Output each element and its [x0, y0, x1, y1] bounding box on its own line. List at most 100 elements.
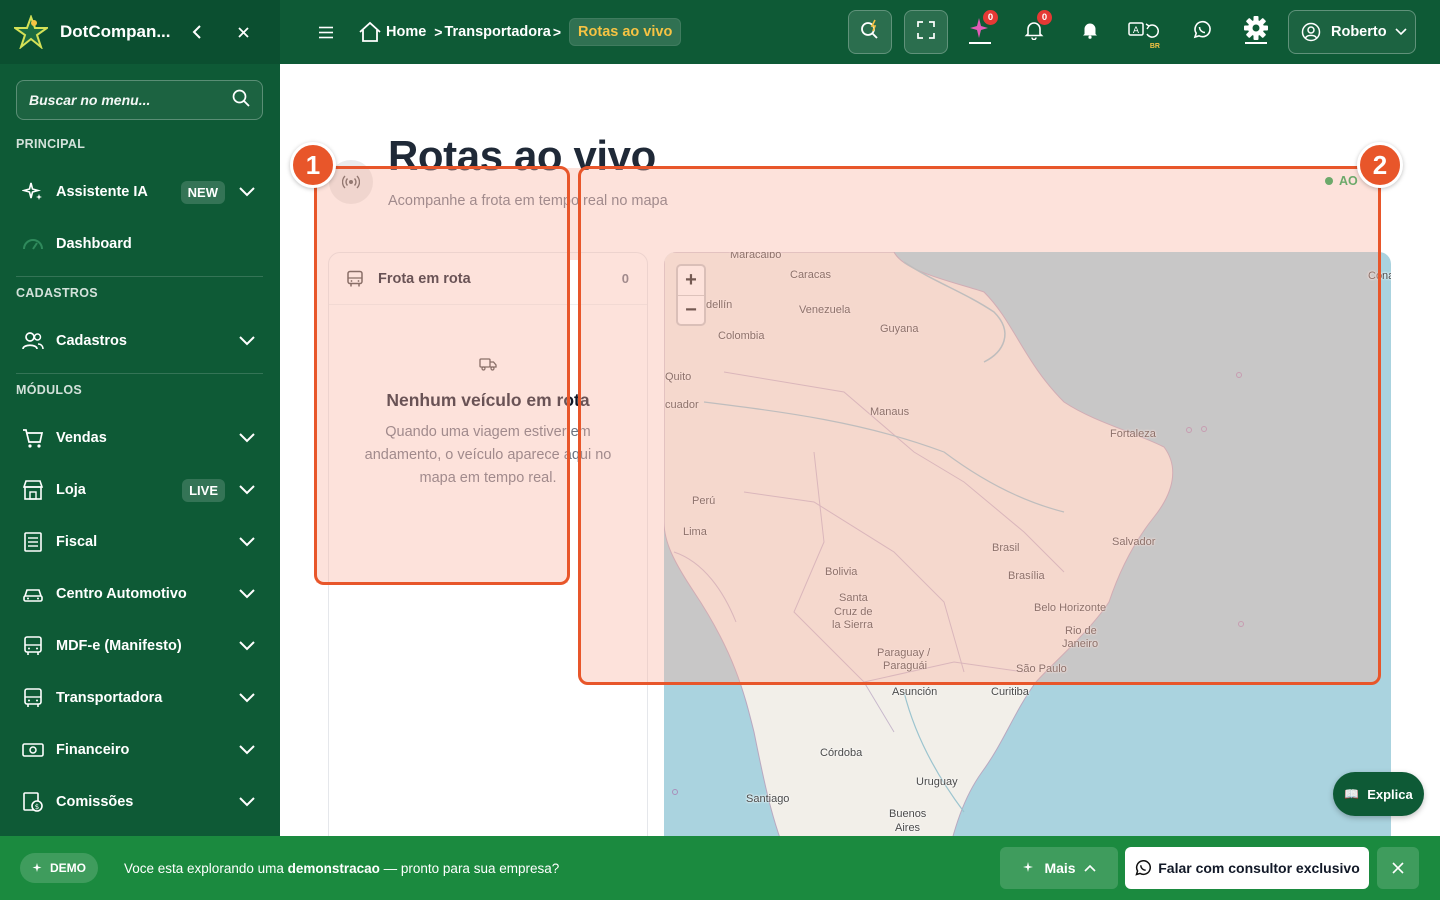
whatsapp-button[interactable]: [1180, 10, 1224, 54]
sparkles-icon: [32, 862, 44, 874]
sidebar-item-comissoes[interactable]: $ Comissões: [16, 780, 263, 824]
sidebar-item-label: MDF-e (Manifesto): [56, 638, 182, 654]
ai-assistant-button[interactable]: 0: [958, 10, 1002, 54]
close-icon: [1392, 862, 1404, 874]
sparkles-icon: [22, 181, 44, 203]
sidebar-item-financeiro[interactable]: Financeiro: [16, 728, 263, 772]
sidebar-item-label: Fiscal: [56, 534, 98, 550]
demo-badge-label: DEMO: [50, 861, 86, 875]
chevron-down-icon[interactable]: [237, 589, 257, 599]
search-icon[interactable]: [232, 89, 250, 112]
language-button[interactable]: A BR: [1122, 10, 1166, 54]
close-banner-button[interactable]: [1377, 847, 1419, 889]
chevron-down-icon[interactable]: [237, 797, 257, 807]
sidebar-item-label: Cadastros: [56, 333, 127, 349]
sidebar-item-fiscal[interactable]: Fiscal: [16, 520, 263, 564]
annotation-box-2: [578, 166, 1381, 685]
chevron-down-icon[interactable]: [237, 433, 257, 443]
settings-button[interactable]: [1234, 10, 1278, 54]
users-icon: [22, 330, 44, 352]
banknote-icon: [22, 739, 44, 761]
sidebar-item-label: Transportadora: [56, 690, 163, 706]
sidebar-item-label: Assistente IA: [56, 184, 148, 200]
star-logo-icon[interactable]: [14, 15, 48, 49]
user-circle-icon: [1301, 22, 1321, 42]
breadcrumb-current: Rotas ao vivo: [569, 18, 682, 46]
divider: [16, 276, 263, 277]
notifications-button[interactable]: 0: [1012, 10, 1056, 54]
sidebar-item-transportadora[interactable]: Transportadora: [16, 676, 263, 720]
brand-header: DotCompan...: [0, 0, 280, 64]
sidebar: DotCompan... PRINCIPAL Assistente IA NEW…: [0, 0, 280, 900]
receipt-icon: [22, 531, 44, 553]
map-label: Aires: [895, 822, 921, 834]
breadcrumb-home[interactable]: Home: [358, 20, 426, 44]
sidebar-item-centro-automotivo[interactable]: Centro Automotivo: [16, 572, 263, 616]
sidebar-item-dashboard[interactable]: Dashboard: [16, 222, 263, 266]
store-icon: [22, 479, 44, 501]
chevron-down-icon[interactable]: [237, 537, 257, 547]
menu-search[interactable]: [16, 80, 263, 120]
chevron-down-icon[interactable]: [237, 693, 257, 703]
chevron-down-icon[interactable]: [237, 745, 257, 755]
bell-filled-icon: [1081, 21, 1099, 44]
sidebar-item-assistente-ia[interactable]: Assistente IA NEW: [16, 170, 263, 214]
map-label: Uruguay: [916, 776, 958, 788]
svg-text:$: $: [35, 803, 39, 811]
annotation-marker-1: 1: [290, 142, 336, 188]
close-sidebar-icon[interactable]: [234, 23, 252, 41]
sidebar-item-label: Centro Automotivo: [56, 586, 187, 602]
app-name: DotCompan...: [60, 22, 171, 41]
more-button[interactable]: Mais: [1000, 847, 1118, 889]
bus-icon: [22, 687, 44, 709]
new-badge: NEW: [180, 180, 225, 204]
demo-badge: DEMO: [20, 853, 98, 883]
explica-button[interactable]: 📖 Explica: [1333, 772, 1424, 816]
menu-search-input[interactable]: [29, 92, 219, 108]
sidebar-item-label: Loja: [56, 482, 86, 498]
section-cadastros: CADASTROS: [16, 286, 98, 300]
gear-icon: [1242, 15, 1270, 50]
section-principal: PRINCIPAL: [16, 137, 86, 151]
chevron-down-icon[interactable]: [237, 641, 257, 651]
whatsapp-icon: [1192, 20, 1212, 45]
collapse-sidebar-icon[interactable]: [188, 23, 206, 41]
user-menu-button[interactable]: Roberto: [1288, 10, 1416, 54]
sidebar-item-mdfe[interactable]: MDF-e (Manifesto): [16, 624, 263, 668]
bus-icon: [22, 635, 44, 657]
alerts-button[interactable]: [1068, 10, 1112, 54]
sidebar-item-cadastros[interactable]: Cadastros: [16, 319, 263, 363]
demo-message-part: Voce esta explorando uma: [124, 860, 288, 876]
quick-search-button[interactable]: [848, 10, 892, 54]
chevron-up-icon: [1083, 864, 1096, 872]
chevron-down-icon[interactable]: [237, 485, 257, 495]
fullscreen-button[interactable]: [904, 10, 948, 54]
search-bolt-icon: [859, 19, 881, 46]
breadcrumb: Home > Transportadora > Rotas ao vivo: [358, 18, 682, 46]
demo-message-emphasis: demonstracao: [287, 860, 380, 876]
chevron-down-icon[interactable]: [237, 187, 257, 197]
breadcrumb-transportadora[interactable]: Transportadora: [444, 24, 550, 40]
commission-icon: $: [22, 791, 44, 813]
section-modulos: MÓDULOS: [16, 383, 82, 397]
notification-count-badge: 0: [1037, 10, 1052, 25]
sidebar-item-label: Vendas: [56, 430, 107, 446]
cart-icon: [22, 427, 44, 449]
chevron-down-icon: [1395, 28, 1407, 36]
hamburger-menu-icon[interactable]: [316, 26, 336, 39]
divider: [16, 373, 263, 374]
consultant-cta-label: Falar com consultor exclusivo: [1158, 860, 1360, 876]
gauge-icon: [22, 233, 44, 255]
consultant-cta-button[interactable]: Falar com consultor exclusivo: [1125, 847, 1369, 889]
sidebar-item-loja[interactable]: Loja LIVE: [16, 468, 263, 512]
sidebar-item-label: Comissões: [56, 794, 134, 810]
book-icon: 📖: [1344, 787, 1360, 801]
sidebar-item-vendas[interactable]: Vendas: [16, 416, 263, 460]
language-code: BR: [1149, 43, 1160, 50]
sidebar-item-label: Dashboard: [56, 236, 132, 252]
chevron-down-icon[interactable]: [237, 336, 257, 346]
map-label: Buenos: [889, 808, 927, 820]
car-icon: [22, 583, 44, 605]
map-label: Asunción: [892, 686, 938, 698]
home-icon: [358, 20, 382, 44]
